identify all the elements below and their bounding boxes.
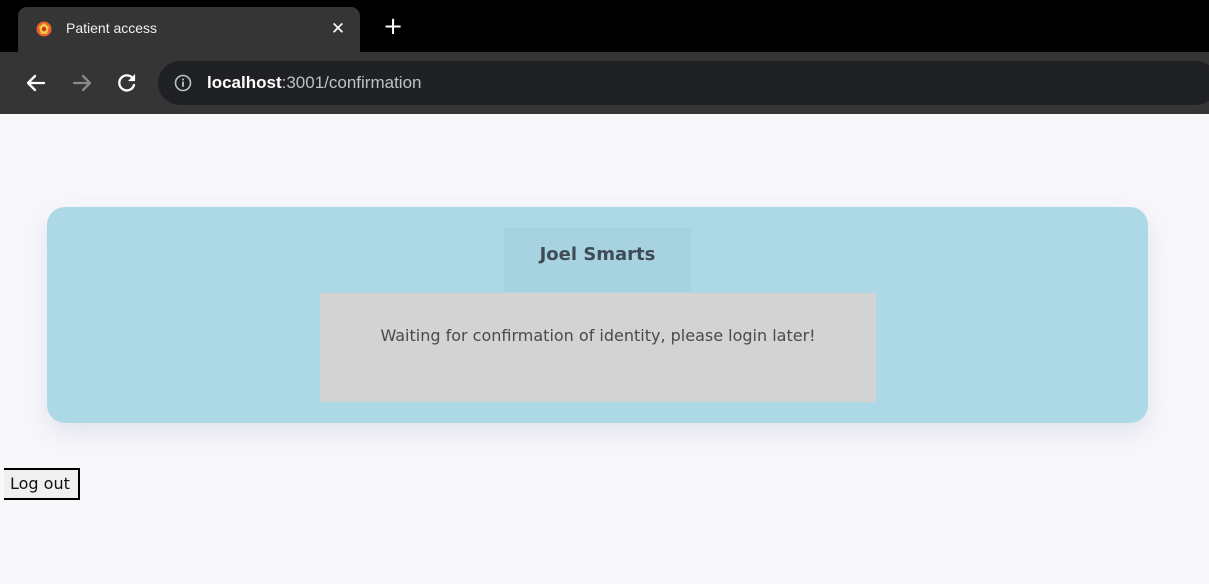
tab-patient-access[interactable]: Patient access ✕ — [18, 7, 360, 52]
browser-toolbar: localhost:3001/confirmation — [0, 52, 1209, 114]
logout-button[interactable]: Log out — [4, 468, 80, 500]
address-bar[interactable]: localhost:3001/confirmation — [158, 61, 1209, 105]
confirmation-message: Waiting for confirmation of identity, pl… — [320, 293, 876, 402]
browser-chrome: Patient access ✕ + localhost:3001/confir… — [0, 0, 1209, 114]
arrow-left-icon[interactable] — [23, 70, 49, 96]
url-host: localhost — [207, 73, 282, 92]
tab-close-icon[interactable]: ✕ — [328, 19, 348, 39]
reload-icon[interactable] — [114, 70, 140, 96]
tab-strip: Patient access ✕ + — [0, 0, 1209, 52]
new-tab-plus-icon[interactable]: + — [381, 14, 405, 39]
url-path: :3001/confirmation — [281, 73, 422, 92]
confirmation-card: Joel Smarts Waiting for confirmation of … — [47, 207, 1148, 423]
tab-title: Patient access — [66, 20, 158, 36]
arrow-right-icon[interactable] — [69, 70, 95, 96]
app-favicon-icon — [36, 21, 52, 37]
page-viewport: Joel Smarts Waiting for confirmation of … — [0, 114, 1209, 584]
user-name: Joel Smarts — [504, 228, 691, 292]
url-text: localhost:3001/confirmation — [207, 73, 422, 93]
info-circle-icon[interactable] — [174, 74, 192, 92]
